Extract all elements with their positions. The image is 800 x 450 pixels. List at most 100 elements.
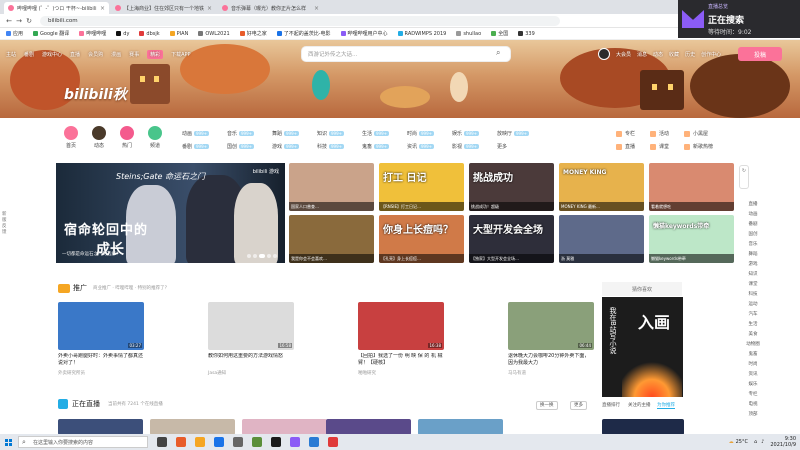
topnav-item[interactable]: 会员购 bbox=[88, 51, 103, 58]
feedback-rail[interactable]: 新版反馈 bbox=[2, 212, 10, 236]
category-item[interactable]: 国创 999+ bbox=[227, 143, 255, 150]
video-card[interactable]: 浙 莫雅 bbox=[559, 215, 644, 263]
quick-nav-3[interactable]: 频道 bbox=[144, 126, 166, 149]
bookmark-item[interactable]: dy bbox=[116, 31, 129, 37]
live-thumb[interactable] bbox=[602, 419, 684, 435]
reload-icon[interactable]: ↻ bbox=[24, 17, 34, 25]
quick-nav-0[interactable]: 首页 bbox=[60, 126, 82, 149]
bookmark-item[interactable]: shullao bbox=[456, 31, 481, 37]
rail-item[interactable]: 资讯 bbox=[742, 370, 764, 380]
close-icon[interactable]: × bbox=[100, 5, 105, 12]
windows-start-icon[interactable] bbox=[0, 434, 16, 450]
promo-title[interactable]: 退休晚大力会咖啡20分钟外卖下面，因为我最大力 bbox=[508, 353, 594, 367]
side-link[interactable]: 专栏 bbox=[616, 130, 635, 137]
rail-item[interactable]: 舞蹈 bbox=[742, 250, 764, 260]
more-button[interactable]: 更多 bbox=[570, 401, 587, 410]
rail-item[interactable]: 顶部 bbox=[742, 410, 764, 420]
side-link[interactable]: 新歌热榜 bbox=[684, 143, 713, 150]
promo-thumbnail[interactable]: 03:27 bbox=[58, 302, 144, 350]
topnav-item[interactable]: 游戏中心 bbox=[42, 51, 62, 58]
bookmark-item[interactable]: 了不起的盖茨比-电影 bbox=[276, 30, 331, 37]
carousel-dot[interactable] bbox=[247, 254, 251, 258]
rail-item[interactable]: 动物圈 bbox=[742, 340, 764, 350]
forward-arrow-icon[interactable]: → bbox=[14, 17, 24, 25]
promo-title[interactable]: 外卖小哥跑腿好时：外卖事情了都真还说对了！ bbox=[58, 353, 144, 367]
rail-item[interactable]: 专栏 bbox=[742, 390, 764, 400]
video-card[interactable]: 打工 日记 【RNSIE】打工日记… bbox=[379, 163, 464, 211]
live-thumb[interactable] bbox=[326, 419, 411, 435]
taskbar-search-input[interactable]: ⌕ 在这里输入你要搜索的内容 bbox=[18, 436, 148, 448]
taskbar-app-icon[interactable] bbox=[290, 437, 300, 447]
taskbar-app-icon[interactable] bbox=[252, 437, 262, 447]
video-card[interactable]: 我是你会不会喜欢… bbox=[289, 215, 374, 263]
bookmark-item[interactable]: RADWIMPS 2019 bbox=[397, 31, 446, 37]
topnav-item[interactable]: 精彩 bbox=[147, 49, 164, 59]
rail-item[interactable]: 运动 bbox=[742, 300, 764, 310]
category-item[interactable]: 科技 999+ bbox=[317, 143, 345, 150]
carousel-dot[interactable] bbox=[253, 254, 257, 258]
rail-item[interactable]: 生活 bbox=[742, 320, 764, 330]
bookmark-item[interactable]: 哔哩哔哩 bbox=[79, 30, 106, 37]
live-thumb[interactable] bbox=[58, 419, 143, 435]
rail-item[interactable]: 鬼畜 bbox=[742, 350, 764, 360]
category-item[interactable]: 音乐 999+ bbox=[227, 130, 255, 137]
close-icon[interactable]: × bbox=[207, 5, 212, 12]
promo-title[interactable]: 教你如何用这重要的方法游戏情怒 bbox=[208, 353, 294, 367]
category-item[interactable]: 番剧 999+ bbox=[182, 143, 210, 150]
bookmark-item[interactable]: dbsjk bbox=[139, 31, 160, 37]
side-link[interactable]: 活动 bbox=[650, 130, 669, 137]
tab-live-rank[interactable]: 直播排行 bbox=[602, 402, 620, 408]
promo-card[interactable]: 16:58 教你如何用这重要的方法游戏情怒 Jasa通知 bbox=[208, 302, 294, 376]
video-card[interactable]: 挑战成功 挑战成功！超级 bbox=[469, 163, 554, 211]
rail-item[interactable]: 番剧 bbox=[742, 220, 764, 230]
bookmark-item[interactable]: 全国 bbox=[491, 30, 508, 37]
rail-item[interactable]: 课堂 bbox=[742, 280, 764, 290]
video-card[interactable]: 看着就想吃 bbox=[649, 163, 734, 211]
rail-item[interactable]: 娱乐 bbox=[742, 380, 764, 390]
ad-banner[interactable]: 我在B站写小说 入画 bbox=[602, 297, 683, 397]
promo-card[interactable]: 16:38 【回拍】我选了一份 明 映 保 的 机 械 臂！【硬核】 啪啪研究 bbox=[358, 302, 444, 376]
carousel-pagination[interactable] bbox=[245, 254, 277, 258]
topnav-item[interactable]: 漫画 bbox=[111, 51, 121, 58]
user-nav-item[interactable]: 消息 bbox=[637, 51, 647, 58]
promo-author[interactable]: 啪啪研究 bbox=[358, 370, 444, 376]
search-icon[interactable]: ⌕ bbox=[496, 48, 500, 58]
carousel-dot[interactable] bbox=[273, 254, 277, 258]
live-thumb[interactable] bbox=[242, 419, 327, 435]
url-input[interactable]: bilibili.com bbox=[40, 15, 560, 26]
refresh-button[interactable]: 换一换 bbox=[536, 401, 558, 410]
bookmark-item[interactable]: 339 bbox=[518, 31, 535, 37]
bookmark-item[interactable]: 应用 bbox=[6, 30, 23, 37]
rail-item[interactable]: 知识 bbox=[742, 270, 764, 280]
category-item[interactable]: 时尚 999+ bbox=[407, 130, 435, 137]
rail-item[interactable]: 国创 bbox=[742, 230, 764, 240]
bookmark-item[interactable]: OWL2021 bbox=[198, 31, 230, 37]
user-nav-item[interactable]: 大会员 bbox=[616, 51, 631, 58]
topnav-item[interactable]: 直播 bbox=[70, 51, 80, 58]
category-item[interactable]: 舞蹈 999+ bbox=[272, 130, 300, 137]
promo-author[interactable]: 外卖研究所员 bbox=[58, 370, 144, 376]
user-nav-item[interactable]: 历史 bbox=[685, 51, 695, 58]
bookmark-item[interactable]: Google 翻译 bbox=[33, 30, 69, 37]
featured-carousel[interactable]: Steins;Gate 命运石之门 bilibili 游戏 宿命轮回中的 成长 … bbox=[56, 163, 285, 263]
promo-author[interactable]: 马马有道 bbox=[508, 370, 594, 376]
bookmark-item[interactable]: 哔哩哔哩用户中心 bbox=[340, 30, 388, 37]
browser-tab-1[interactable]: 【上海商业】住在郊区只有一个地铁 × bbox=[111, 2, 216, 14]
refresh-icon[interactable]: ↻ bbox=[739, 165, 749, 189]
promo-title[interactable]: 【回拍】我选了一份 明 映 保 的 机 械 臂！【硬核】 bbox=[358, 353, 444, 367]
taskbar-app-icon[interactable] bbox=[176, 437, 186, 447]
taskbar-app-icon[interactable] bbox=[233, 437, 243, 447]
carousel-dot[interactable] bbox=[267, 254, 271, 258]
rail-item[interactable]: 时尚 bbox=[742, 360, 764, 370]
rail-item[interactable]: 游戏 bbox=[742, 260, 764, 270]
category-item[interactable]: 知识 999+ bbox=[317, 130, 345, 137]
user-nav-item[interactable]: 收藏 bbox=[669, 51, 679, 58]
tab-recommended[interactable]: 为你推荐 bbox=[657, 402, 675, 409]
rail-item[interactable]: 美食 bbox=[742, 330, 764, 340]
taskbar-app-icon[interactable] bbox=[157, 437, 167, 447]
video-card[interactable]: 你身上长痘吗？ 【孔亮】身上长痘痘… bbox=[379, 215, 464, 263]
category-item[interactable]: 更多 bbox=[497, 143, 507, 150]
network-icon[interactable]: ⌂ bbox=[754, 439, 757, 445]
rail-item[interactable]: 动画 bbox=[742, 210, 764, 220]
upload-button[interactable]: 投稿 bbox=[738, 47, 782, 61]
